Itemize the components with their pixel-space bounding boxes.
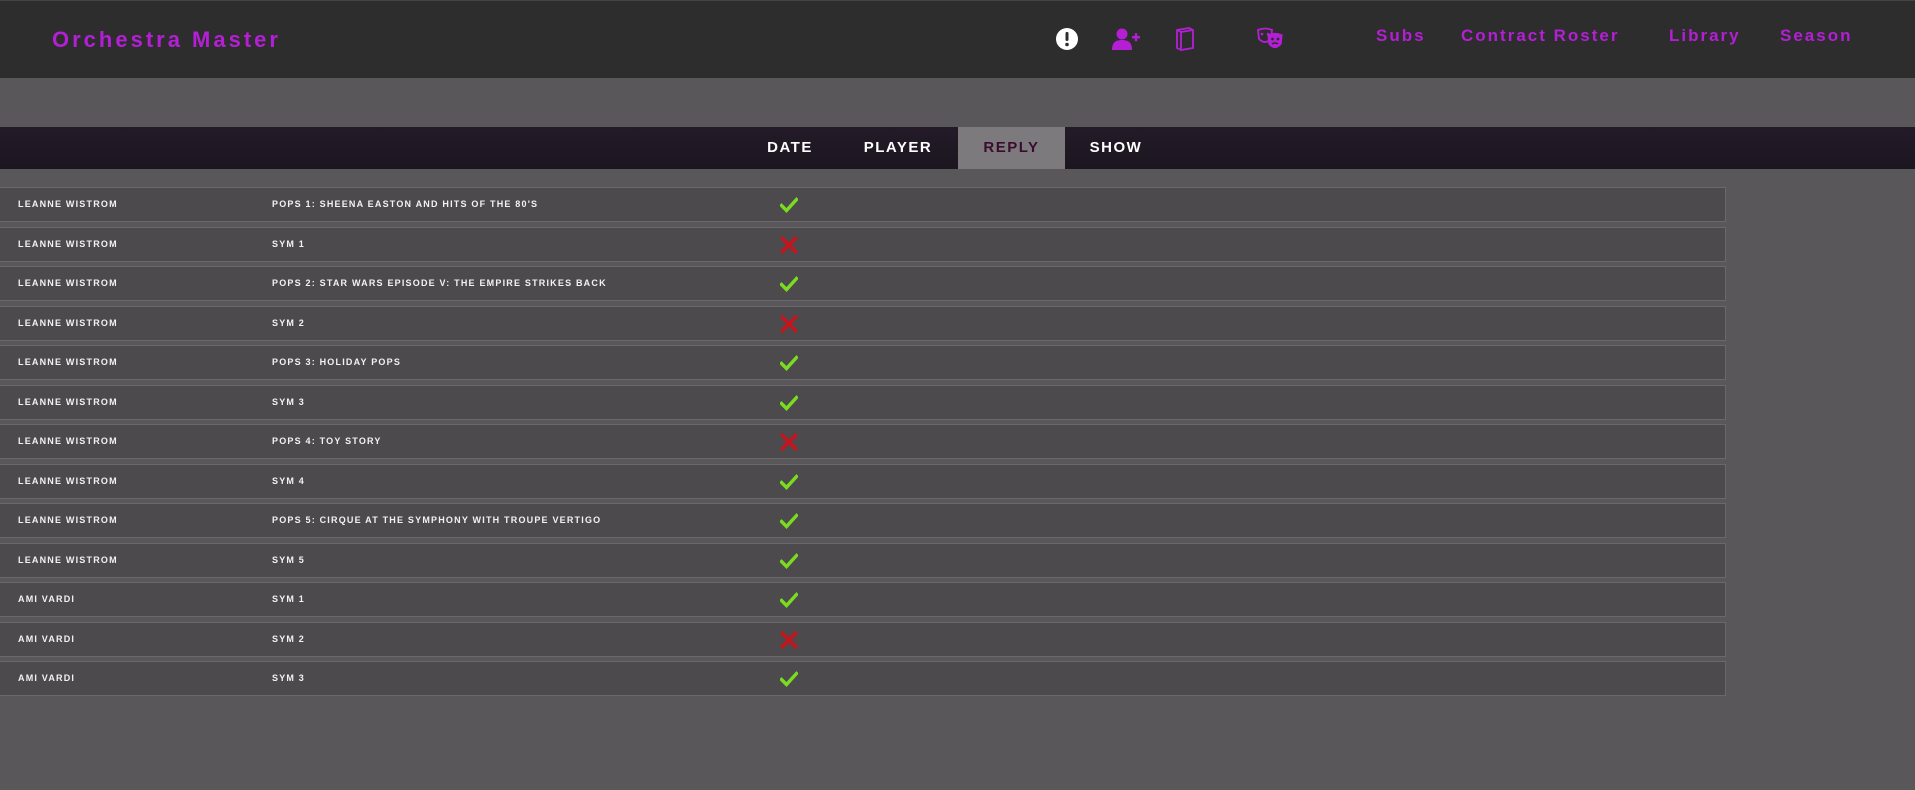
sort-tab-bar: DATE PLAYER REPLY SHOW xyxy=(0,127,1915,169)
show-title: POPS 3: HOLIDAY POPS xyxy=(272,357,402,367)
check-icon xyxy=(779,512,799,530)
nav-link-subs[interactable]: Subs xyxy=(1376,26,1426,46)
show-title: POPS 5: CIRQUE AT THE SYMPHONY WITH TROU… xyxy=(272,515,602,525)
add-user-icon[interactable] xyxy=(1110,23,1142,55)
player-name: LEANNE WISTROM xyxy=(18,317,118,328)
theater-masks-icon[interactable] xyxy=(1254,23,1286,55)
check-icon xyxy=(779,196,799,214)
table-row[interactable]: AMI VARDI SYM 2 xyxy=(0,621,1726,657)
book-icon[interactable] xyxy=(1169,23,1201,55)
alert-icon[interactable] xyxy=(1051,23,1083,55)
tab-date[interactable]: DATE xyxy=(752,127,828,169)
cross-icon xyxy=(779,314,799,333)
tab-player[interactable]: PLAYER xyxy=(852,127,944,169)
table-row[interactable]: AMI VARDI SYM 1 xyxy=(0,582,1726,617)
table-row[interactable]: LEANNE WISTROM SYM 3 xyxy=(0,384,1726,420)
player-name: LEANNE WISTROM xyxy=(18,357,118,367)
reply-list: LEANNE WISTROM POPS 1: SHEENA EASTON AND … xyxy=(0,187,1726,701)
show-title: POPS 4: TOY STORY xyxy=(272,436,382,446)
show-title: SYM 2 xyxy=(272,317,306,328)
table-row[interactable]: AMI VARDI SYM 3 xyxy=(0,661,1726,696)
show-title: SYM 1 xyxy=(272,594,306,604)
player-name: LEANNE WISTROM xyxy=(18,199,118,209)
check-icon xyxy=(779,591,799,609)
show-title: SYM 4 xyxy=(272,475,306,486)
table-row[interactable]: LEANNE WISTROM SYM 4 xyxy=(0,463,1726,499)
check-icon xyxy=(779,670,799,688)
cross-icon xyxy=(779,432,799,452)
tab-show[interactable]: SHOW xyxy=(1080,127,1152,169)
player-name: LEANNE WISTROM xyxy=(18,278,118,288)
table-row[interactable]: LEANNE WISTROM POPS 2: STAR WARS EPISODE … xyxy=(0,266,1726,301)
cross-icon xyxy=(779,235,799,254)
app-title[interactable]: Orchestra Master xyxy=(52,27,281,53)
player-name: AMI VARDI xyxy=(18,594,76,604)
show-title: SYM 3 xyxy=(272,673,306,683)
table-row[interactable]: LEANNE WISTROM POPS 5: CIRQUE AT THE SYMP… xyxy=(0,503,1726,538)
top-navbar: Orchestra Master Subs Contract Roster Li… xyxy=(0,0,1915,78)
table-row[interactable]: LEANNE WISTROM POPS 3: HOLIDAY POPS xyxy=(0,345,1726,380)
player-name: LEANNE WISTROM xyxy=(18,515,118,525)
table-row[interactable]: LEANNE WISTROM SYM 1 xyxy=(0,226,1726,262)
check-icon xyxy=(779,473,799,491)
table-row[interactable]: LEANNE WISTROM POPS 1: SHEENA EASTON AND … xyxy=(0,187,1726,222)
check-icon xyxy=(779,354,799,372)
player-name: LEANNE WISTROM xyxy=(18,436,118,446)
show-title: SYM 3 xyxy=(272,396,306,407)
nav-link-contract-roster[interactable]: Contract Roster xyxy=(1461,26,1619,46)
tab-reply[interactable]: REPLY xyxy=(958,127,1065,169)
table-row[interactable]: LEANNE WISTROM SYM 5 xyxy=(0,542,1726,578)
show-title: SYM 1 xyxy=(272,238,306,249)
show-title: POPS 2: STAR WARS EPISODE V: THE EMPIRE … xyxy=(272,278,607,288)
player-name: LEANNE WISTROM xyxy=(18,554,118,565)
nav-link-season[interactable]: Season xyxy=(1780,26,1852,46)
player-name: LEANNE WISTROM xyxy=(18,238,118,249)
show-title: POPS 1: SHEENA EASTON AND HITS OF THE 80… xyxy=(272,199,539,209)
show-title: SYM 2 xyxy=(272,633,306,644)
show-title: SYM 5 xyxy=(272,554,306,565)
cross-icon xyxy=(779,630,799,649)
check-icon xyxy=(779,394,799,412)
check-icon xyxy=(779,275,799,293)
check-icon xyxy=(779,552,799,570)
sub-header-bar xyxy=(0,78,1915,127)
table-row[interactable]: LEANNE WISTROM SYM 2 xyxy=(0,305,1726,341)
player-name: LEANNE WISTROM xyxy=(18,475,118,486)
player-name: AMI VARDI xyxy=(18,633,76,644)
table-row[interactable]: LEANNE WISTROM POPS 4: TOY STORY xyxy=(0,424,1726,459)
player-name: LEANNE WISTROM xyxy=(18,396,118,407)
player-name: AMI VARDI xyxy=(18,673,76,683)
nav-link-library[interactable]: Library xyxy=(1669,26,1741,46)
